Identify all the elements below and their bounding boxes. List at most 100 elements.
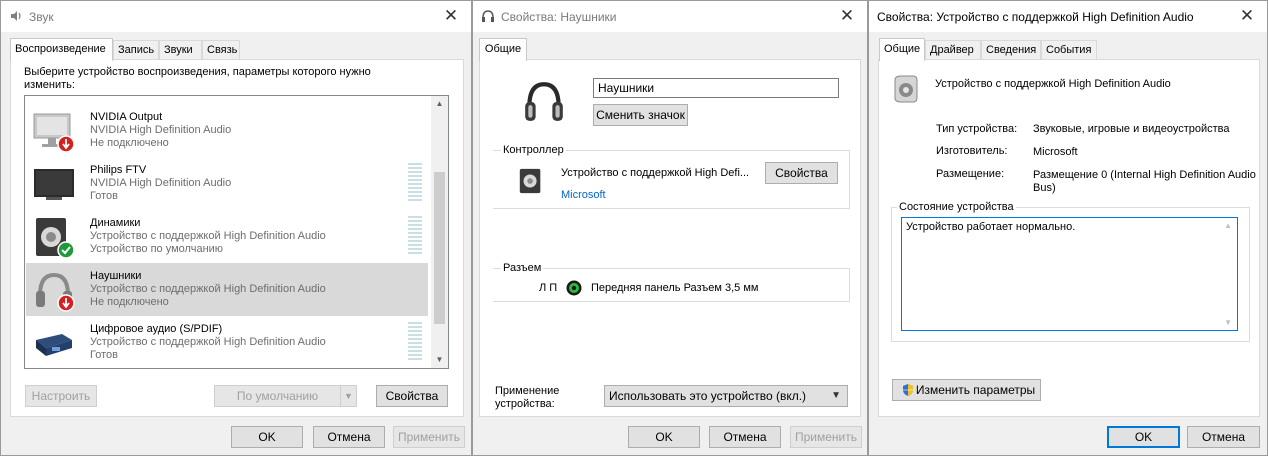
tab-details[interactable]: Сведения	[981, 40, 1041, 60]
device-type-value: Звуковые, игровые и видеоустройства	[1033, 123, 1230, 135]
device-name: Цифровое аудио (S/PDIF)	[90, 323, 223, 335]
device-status-textarea[interactable]: Устройство работает нормально. ▲ ▼	[901, 217, 1238, 331]
scroll-thumb[interactable]	[434, 172, 445, 324]
manufacturer-value: Microsoft	[1033, 146, 1078, 158]
ok-button[interactable]: OK	[231, 426, 303, 448]
tab-general[interactable]: Общие	[479, 38, 527, 61]
instruction-text: Выберите устройство воспроизведения, пар…	[24, 66, 371, 91]
tab-playback[interactable]: Воспроизведение	[10, 38, 113, 61]
tab-events[interactable]: События	[1041, 40, 1097, 60]
scroll-down-icon[interactable]: ▼	[1224, 318, 1232, 327]
monitor-disconnected-icon	[33, 113, 75, 153]
headphones-properties-dialog: Свойства: Наушники ✕ Общие Наушники Смен…	[472, 0, 868, 456]
configure-button[interactable]: Настроить	[25, 385, 97, 407]
jack-green-icon	[566, 280, 582, 296]
controller-properties-button[interactable]: Свойства	[765, 162, 838, 184]
headphones-titlebar[interactable]: Свойства: Наушники ✕	[473, 1, 867, 32]
usage-select-value: Использовать это устройство (вкл.)	[609, 389, 807, 403]
cancel-button[interactable]: Отмена	[313, 426, 385, 448]
tab-communications[interactable]: Связь	[202, 40, 240, 60]
speaker-device-icon	[894, 75, 918, 103]
apply-button[interactable]: Применить	[393, 426, 465, 448]
hda-titlebar[interactable]: Свойства: Устройство с поддержкой High D…	[869, 1, 1267, 32]
jack-description: Передняя панель Разъем 3,5 мм	[591, 282, 759, 294]
change-settings-label: Изменить параметры	[915, 383, 1036, 397]
list-item[interactable]: NVIDIA Output NVIDIA High Definition Aud…	[26, 104, 428, 157]
tv-icon	[34, 169, 74, 200]
tab-sounds[interactable]: Звуки	[159, 40, 202, 60]
tab-driver[interactable]: Драйвер	[925, 40, 981, 60]
scroll-down-icon[interactable]: ▼	[431, 352, 448, 368]
device-status: Не подключено	[90, 296, 169, 308]
set-default-button[interactable]: По умолчанию ▼	[214, 385, 357, 407]
device-driver: Устройство с поддержкой High Definition …	[90, 336, 326, 348]
speaker-icon	[11, 11, 21, 21]
device-name: NVIDIA Output	[90, 111, 163, 123]
device-status: Не подключено	[90, 137, 169, 149]
cancel-button[interactable]: Отмена	[1187, 426, 1260, 448]
device-status-group-title: Состояние устройства	[897, 201, 1016, 213]
controller-vendor: Microsoft	[561, 189, 606, 201]
level-meter	[408, 216, 422, 256]
manufacturer-label: Изготовитель:	[936, 145, 1008, 157]
device-status: Устройство по умолчанию	[90, 243, 224, 255]
hda-device-name: Устройство с поддержкой High Definition …	[935, 78, 1171, 90]
chevron-down-icon[interactable]: ▼	[340, 386, 356, 406]
level-meter	[408, 163, 422, 203]
change-icon-button[interactable]: Сменить значок	[593, 104, 688, 126]
controller-group-title: Контроллер	[501, 144, 566, 156]
close-icon[interactable]: ✕	[837, 6, 857, 26]
scroll-up-icon[interactable]: ▲	[1224, 221, 1232, 230]
sound-title: Звук	[29, 10, 54, 24]
device-driver: Устройство с поддержкой High Definition …	[90, 283, 326, 295]
device-status-text: Устройство работает нормально.	[906, 221, 1076, 233]
controller-name: Устройство с поддержкой High Defi...	[561, 167, 750, 179]
speaker-default-icon	[36, 218, 75, 259]
headphones-title: Свойства: Наушники	[501, 10, 617, 24]
ok-button[interactable]: OK	[1107, 426, 1180, 448]
cancel-button[interactable]: Отмена	[709, 426, 781, 448]
chevron-down-icon[interactable]: ▼	[831, 386, 841, 406]
apply-button[interactable]: Применить	[790, 426, 862, 448]
list-item[interactable]: Наушники Устройство с поддержкой High De…	[26, 263, 428, 316]
list-item[interactable]: Цифровое аудио (S/PDIF) Устройство с под…	[26, 316, 428, 368]
set-default-label: По умолчанию	[236, 389, 319, 403]
scroll-up-icon[interactable]: ▲	[431, 96, 448, 112]
headphones-disconnected-icon	[36, 272, 75, 312]
change-settings-button[interactable]: Изменить параметры	[892, 379, 1041, 401]
location-label: Размещение:	[936, 168, 1005, 180]
close-icon[interactable]: ✕	[1237, 6, 1257, 26]
device-list[interactable]: NVIDIA Output NVIDIA High Definition Aud…	[24, 95, 449, 369]
device-name: Philips FTV	[90, 164, 147, 176]
tab-recording[interactable]: Запись	[113, 40, 159, 60]
level-meter	[408, 322, 422, 362]
list-item[interactable]: Динамики Устройство с поддержкой High De…	[26, 210, 428, 263]
usage-select[interactable]: Использовать это устройство (вкл.) ▼	[604, 385, 848, 407]
jack-group-title: Разъем	[501, 262, 544, 274]
device-driver: Устройство с поддержкой High Definition …	[90, 230, 326, 242]
ok-button[interactable]: OK	[628, 426, 700, 448]
hda-properties-dialog: Свойства: Устройство с поддержкой High D…	[868, 0, 1268, 456]
shield-icon	[903, 384, 913, 396]
hda-title: Свойства: Устройство с поддержкой High D…	[877, 10, 1194, 24]
jack-channels: Л П	[539, 282, 558, 294]
sound-titlebar[interactable]: Звук ✕	[1, 1, 471, 32]
list-item[interactable]: Philips FTV NVIDIA High Definition Audio…	[26, 157, 428, 210]
sound-dialog: Звук ✕ Воспроизведение Запись Звуки Связ…	[0, 0, 472, 456]
device-status: Готов	[90, 349, 118, 361]
device-name: Наушники	[90, 270, 142, 282]
device-status: Готов	[90, 190, 118, 202]
tab-general[interactable]: Общие	[879, 38, 925, 61]
device-driver: NVIDIA High Definition Audio	[90, 124, 232, 136]
speaker-device-icon	[519, 168, 541, 194]
headphones-icon	[482, 10, 494, 22]
device-name-input[interactable]: Наушники	[593, 78, 839, 98]
vertical-scrollbar[interactable]: ▲ ▼	[431, 96, 448, 368]
usage-label: Применение устройства:	[495, 385, 560, 410]
close-icon[interactable]: ✕	[441, 6, 461, 26]
device-driver: NVIDIA High Definition Audio	[90, 177, 232, 189]
device-type-label: Тип устройства:	[936, 123, 1018, 135]
device-name: Динамики	[90, 217, 141, 229]
properties-button[interactable]: Свойства	[376, 385, 448, 407]
headphones-large-icon	[525, 82, 563, 121]
